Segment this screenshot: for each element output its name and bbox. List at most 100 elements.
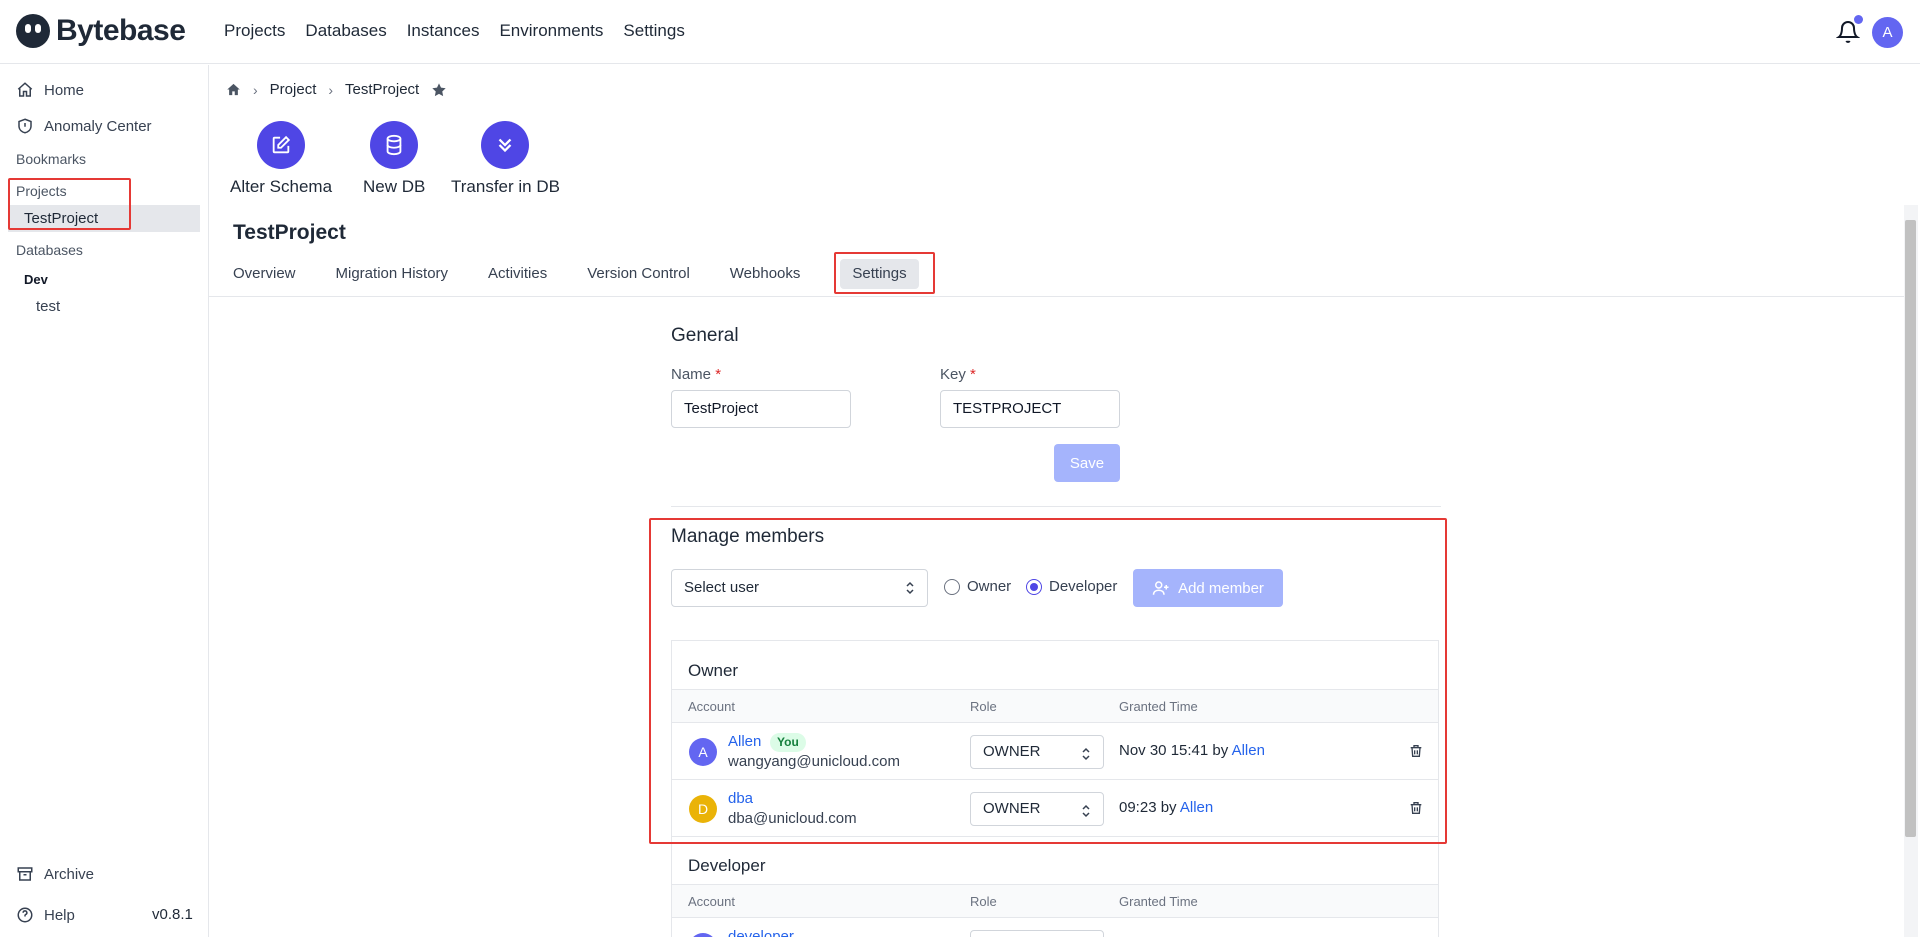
breadcrumb: › Project › TestProject	[226, 81, 447, 98]
tab-settings[interactable]: Settings	[840, 259, 919, 289]
tabs-divider	[209, 296, 1905, 297]
column-role: Role	[970, 699, 997, 714]
sidebar: Home Anomaly Center Bookmarks Projects T…	[0, 65, 209, 937]
sidebar-item-archive[interactable]: Archive	[16, 865, 94, 883]
action-circle	[481, 121, 530, 169]
action-label: Transfer in DB	[451, 177, 560, 196]
required-mark: *	[715, 366, 722, 383]
tab-version-control[interactable]: Version Control	[587, 263, 690, 289]
notification-dot	[1854, 15, 1863, 24]
tab-webhooks[interactable]: Webhooks	[730, 263, 801, 289]
add-member-button[interactable]: Add member	[1133, 569, 1283, 607]
nav-settings[interactable]: Settings	[623, 21, 684, 41]
group-title-developer: Developer	[688, 856, 766, 875]
sidebar-section-projects: Projects	[16, 183, 67, 199]
transfer-in-db-button[interactable]: Transfer in DB	[451, 121, 560, 197]
database-icon	[386, 134, 402, 156]
member-name[interactable]: dba	[728, 790, 753, 807]
archive-icon	[17, 867, 33, 881]
granted-text: 09:23 by	[1119, 799, 1177, 816]
shield-icon	[18, 118, 32, 134]
avatar: D	[689, 933, 717, 937]
radio-developer[interactable]: Developer	[1026, 578, 1117, 595]
sidebar-item-anomaly-center[interactable]: Anomaly Center	[16, 117, 152, 135]
bytebase-logo[interactable]: Bytebase	[16, 14, 186, 48]
user-avatar[interactable]: A	[1872, 17, 1903, 48]
updown-icon	[1082, 804, 1090, 818]
required-mark: *	[970, 366, 976, 383]
member-name[interactable]: developer	[728, 928, 794, 937]
role-value: OWNER	[983, 743, 1041, 760]
action-label: Alter Schema	[230, 177, 333, 196]
member-email: wangyang@unicloud.com	[728, 753, 900, 770]
general-heading: General	[671, 325, 739, 346]
nav-environments[interactable]: Environments	[499, 21, 603, 41]
new-db-button[interactable]: New DB	[363, 121, 425, 197]
edit-icon	[272, 135, 291, 154]
action-label: New DB	[363, 177, 426, 196]
granted-by-link[interactable]: Allen	[1180, 799, 1213, 816]
radio-circle[interactable]	[944, 578, 960, 595]
table-header: Account Role Granted Time	[672, 884, 1438, 918]
column-role: Role	[970, 894, 997, 909]
sidebar-env-dev: Dev	[24, 272, 48, 287]
trash-icon[interactable]	[1408, 743, 1424, 759]
radio-circle-checked[interactable]	[1026, 578, 1042, 595]
granted-by-link[interactable]: Allen	[1232, 742, 1265, 759]
save-button[interactable]: Save	[1054, 444, 1120, 482]
logo-icon	[16, 14, 50, 48]
project-tabs: Overview Migration History Activities Ve…	[233, 259, 959, 289]
scrollbar-thumb[interactable]	[1905, 220, 1916, 837]
home-icon	[17, 82, 33, 97]
main-nav: Projects Databases Instances Environment…	[224, 21, 685, 41]
member-email: dba@unicloud.com	[728, 810, 857, 827]
avatar: D	[689, 795, 717, 823]
sidebar-section-bookmarks: Bookmarks	[16, 151, 87, 167]
nav-databases[interactable]: Databases	[305, 21, 386, 41]
sidebar-item-db-test[interactable]: test	[36, 298, 60, 315]
section-divider	[671, 506, 1441, 507]
group-title-owner: Owner	[688, 661, 739, 680]
role-select[interactable]: OWNER	[970, 735, 1104, 769]
tab-overview[interactable]: Overview	[233, 263, 296, 289]
home-icon[interactable]	[226, 82, 241, 97]
role-select[interactable]: OWNER	[970, 792, 1104, 826]
breadcrumb-project[interactable]: Project	[270, 81, 317, 98]
sidebar-item-help[interactable]: Help	[16, 906, 75, 924]
column-granted-time: Granted Time	[1119, 699, 1198, 714]
granted-time: Nov 30 15:41 by Allen	[1119, 742, 1265, 759]
table-row: D dba dba@unicloud.com OWNER 09:23 by Al…	[672, 780, 1438, 837]
project-name-input[interactable]: TestProject	[671, 390, 851, 428]
sidebar-item-home[interactable]: Home	[16, 81, 84, 99]
sidebar-section-databases: Databases	[16, 242, 83, 258]
key-label: Key *	[940, 366, 976, 383]
app-version: v0.8.1	[152, 906, 193, 923]
nav-projects[interactable]: Projects	[224, 21, 285, 41]
nav-instances[interactable]: Instances	[407, 21, 480, 41]
radio-developer-label: Developer	[1049, 578, 1118, 595]
sidebar-item-testproject[interactable]: TestProject	[8, 205, 200, 232]
project-key-input[interactable]: TESTPROJECT	[940, 390, 1120, 428]
member-name[interactable]: Allen	[728, 733, 761, 750]
sidebar-item-label: Archive	[44, 865, 95, 883]
name-label: Name *	[671, 366, 721, 383]
alter-schema-button[interactable]: Alter Schema	[230, 121, 332, 197]
top-navbar: Bytebase Projects Databases Instances En…	[0, 0, 1920, 64]
you-badge: You	[770, 733, 806, 752]
members-table-card: Owner Account Role Granted Time A Allen …	[671, 640, 1439, 937]
chevron-right-icon: ›	[253, 81, 258, 98]
logo-text: Bytebase	[56, 14, 186, 47]
updown-icon	[1082, 747, 1090, 761]
radio-owner[interactable]: Owner	[944, 578, 1011, 595]
select-user-dropdown[interactable]: Select user	[671, 569, 928, 607]
role-select[interactable]: DEVELOPER	[970, 930, 1104, 937]
column-account: Account	[688, 699, 735, 714]
page-title: TestProject	[233, 221, 346, 244]
key-label-text: Key	[940, 366, 966, 383]
star-icon[interactable]	[431, 82, 447, 98]
tab-migration-history[interactable]: Migration History	[336, 263, 449, 289]
column-account: Account	[688, 894, 735, 909]
tab-activities[interactable]: Activities	[488, 263, 547, 289]
trash-icon[interactable]	[1408, 800, 1424, 816]
updown-icon	[906, 581, 914, 595]
